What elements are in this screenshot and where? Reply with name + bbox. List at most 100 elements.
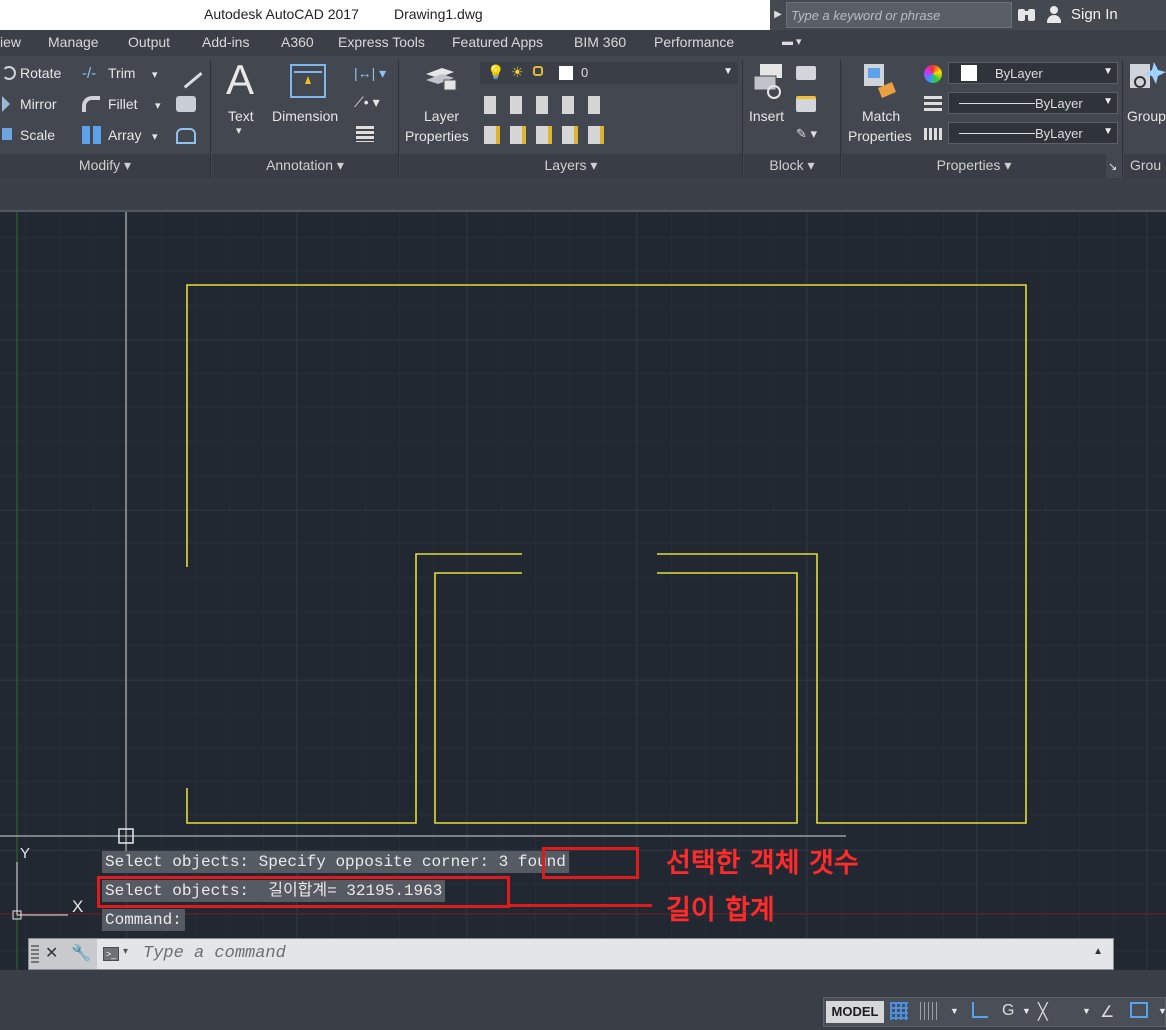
object-color-icon — [924, 65, 942, 83]
match-properties-label-2[interactable]: Properties — [848, 128, 912, 144]
panel-separator — [840, 60, 841, 178]
insert-block-icon — [752, 62, 786, 100]
tab-manage[interactable]: Manage — [48, 34, 99, 50]
ortho-mode-icon[interactable] — [972, 1002, 988, 1018]
ribbon-tabs: iew Manage Output Add-ins A360 Express T… — [0, 30, 1166, 56]
history-expand-icon[interactable]: ▲ — [1093, 946, 1103, 957]
tab-bim-360[interactable]: BIM 360 — [574, 34, 626, 50]
status-bar: MODEL ▼ G ▼ ╳ ▼ ∠ ▼ — [0, 970, 1166, 1030]
stretch-icon[interactable] — [176, 128, 196, 144]
panel-modify-label: Modify — [78, 157, 121, 173]
text-dropdown-icon[interactable]: ▾ — [236, 124, 242, 137]
osnap-dropdown-icon[interactable]: ▼ — [1158, 1006, 1166, 1016]
fillet-button[interactable]: Fillet — [108, 96, 138, 112]
command-prompt-icon[interactable]: >_ — [103, 947, 119, 961]
panel-annotation-label: Annotation — [266, 157, 334, 173]
array-button[interactable]: Array — [108, 127, 141, 143]
group-button[interactable]: Group — [1127, 108, 1166, 124]
panel-groups-title[interactable]: Grou — [1124, 154, 1166, 178]
panel-modify-title[interactable]: Modify ▾ — [0, 154, 210, 178]
tab-performance[interactable]: Performance — [654, 34, 734, 50]
panel-properties-title[interactable]: Properties ▾ — [842, 154, 1106, 178]
tab-featured-apps[interactable]: Featured Apps — [452, 34, 543, 50]
object-snap-tracking-icon[interactable]: ∠ — [1100, 1002, 1114, 1022]
array-icon — [82, 126, 102, 144]
color-swatch — [961, 65, 977, 81]
trim-icon: -/- — [82, 65, 97, 82]
color-dropdown[interactable]: ByLayer ▼ — [948, 62, 1118, 84]
tab-options-icon[interactable]: ▬ ▾ — [782, 35, 802, 48]
layer-properties-label-2[interactable]: Properties — [405, 128, 469, 144]
panel-layers-label: Layers — [544, 157, 587, 173]
insert-button[interactable]: Insert — [749, 108, 784, 124]
object-snap-icon[interactable] — [1130, 1002, 1148, 1018]
lineweight-preview — [959, 103, 1035, 104]
infocenter: ▶ Type a keyword or phrase Sign In — [770, 0, 1166, 30]
user-icon[interactable] — [1045, 5, 1063, 25]
annotation-pointer-line — [510, 904, 652, 907]
erase-icon[interactable] — [171, 57, 203, 89]
layer-tools-row-1-icon[interactable] — [484, 96, 614, 114]
tab-express-tools[interactable]: Express Tools — [338, 34, 425, 50]
panel-separator — [1122, 60, 1123, 178]
table-icon[interactable] — [356, 126, 374, 142]
text-button[interactable]: Text — [228, 108, 254, 124]
command-line-grip[interactable] — [31, 945, 39, 965]
layer-dropdown[interactable]: 💡 ☀ 0 ▼ — [480, 62, 738, 84]
trim-button[interactable]: Trim — [108, 65, 135, 81]
array-dropdown-icon[interactable]: ▾ — [152, 130, 158, 143]
panel-properties-label: Properties — [936, 157, 1001, 173]
panel-separator — [210, 60, 211, 178]
create-block-icon[interactable] — [796, 66, 816, 80]
panel-block-title[interactable]: Block ▾ — [744, 154, 840, 178]
search-expand-icon[interactable]: ▶ — [770, 0, 786, 30]
sign-in-button[interactable]: Sign In — [1071, 6, 1118, 23]
dimension-button[interactable]: Dimension — [272, 108, 338, 124]
mirror-button[interactable]: Mirror — [20, 96, 57, 112]
polar-dropdown-icon[interactable]: ▼ — [1022, 1006, 1031, 1016]
lineweight-dropdown-arrow: ▼ — [1103, 96, 1113, 107]
search-input[interactable]: Type a keyword or phrase — [786, 2, 1012, 28]
snap-dropdown-icon[interactable]: ▼ — [950, 1006, 959, 1016]
current-layer-value: 0 — [581, 65, 589, 80]
properties-launcher-icon[interactable]: ↘ — [1108, 160, 1117, 173]
command-input[interactable]: >_ ▾ Type a command ▲ — [97, 939, 1113, 969]
scale-button[interactable]: Scale — [20, 127, 55, 143]
command-history-line-1: Select objects: Specify opposite corner:… — [102, 851, 569, 873]
binoculars-icon[interactable] — [1016, 6, 1038, 24]
tab-add-ins[interactable]: Add-ins — [202, 34, 249, 50]
isometric-drafting-icon[interactable]: ╳ — [1038, 1002, 1048, 1022]
isometric-dropdown-icon[interactable]: ▼ — [1082, 1006, 1091, 1016]
scale-icon — [2, 128, 12, 140]
ucs-y-label: Y — [20, 845, 31, 862]
trim-dropdown-icon[interactable]: ▾ — [152, 68, 158, 81]
layer-dropdown-arrow: ▼ — [723, 66, 733, 77]
linetype-dropdown[interactable]: ByLayer ▼ — [948, 122, 1118, 144]
tab-view[interactable]: iew — [0, 34, 21, 50]
wrench-icon[interactable]: 🔧 — [71, 943, 91, 963]
close-icon[interactable]: ✕ — [45, 943, 58, 963]
tab-a360[interactable]: A360 — [281, 34, 314, 50]
fillet-dropdown-icon[interactable]: ▾ — [155, 99, 161, 112]
copy-icon[interactable] — [176, 96, 196, 112]
match-properties-label-1[interactable]: Match — [862, 108, 900, 124]
block-attributes-icon[interactable]: ✎ ▾ — [796, 126, 817, 142]
layer-properties-label-1[interactable]: Layer — [424, 108, 459, 124]
recent-commands-arrow-icon[interactable]: ▾ — [123, 946, 128, 957]
panel-separator — [742, 60, 743, 178]
leader-icon[interactable]: ⟋• ▾ — [354, 94, 380, 111]
layer-tools-row-2-icon[interactable] — [484, 126, 614, 144]
edit-block-icon[interactable] — [796, 96, 816, 112]
lock-icon — [533, 66, 543, 76]
rotate-button[interactable]: Rotate — [20, 65, 61, 81]
polar-tracking-icon[interactable]: G — [1002, 1002, 1014, 1020]
panel-annotation-title[interactable]: Annotation ▾ — [212, 154, 398, 178]
snap-mode-icon[interactable] — [920, 1002, 938, 1020]
lineweight-dropdown[interactable]: ByLayer ▼ — [948, 92, 1118, 114]
model-space-button[interactable]: MODEL — [826, 1001, 884, 1023]
tab-output[interactable]: Output — [128, 34, 170, 50]
panel-layers-title[interactable]: Layers ▾ — [400, 154, 742, 178]
linear-dimension-icon[interactable]: |↔| ▾ — [354, 65, 386, 82]
length-sum-annotation: 길이 합계 — [666, 895, 775, 926]
grid-display-icon[interactable] — [890, 1002, 908, 1020]
